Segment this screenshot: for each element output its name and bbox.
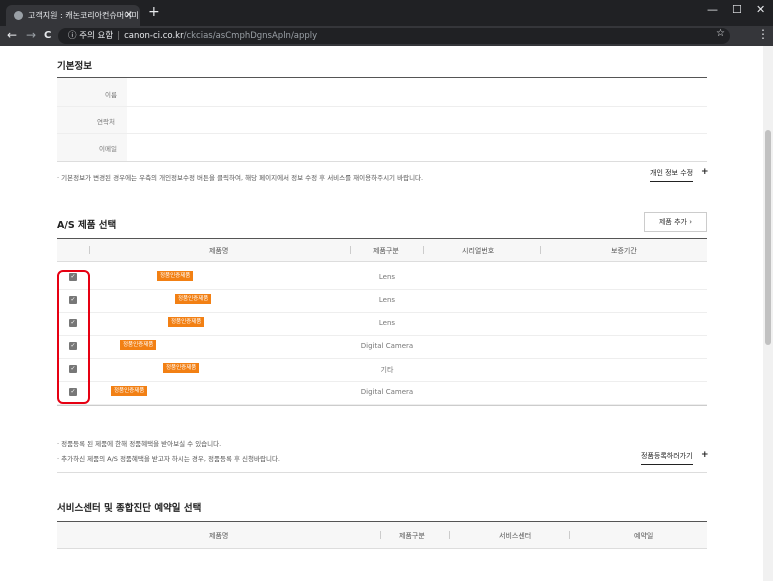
column-header: 서비스센터 bbox=[499, 532, 532, 540]
column-separator bbox=[380, 531, 381, 539]
forward-button[interactable]: → bbox=[26, 28, 36, 42]
url-path: /ckcias/asCmphDgnsApln/apply bbox=[183, 31, 318, 41]
product-type: Lens bbox=[378, 296, 396, 304]
column-header: 예약일 bbox=[634, 532, 654, 540]
product-type: Digital Camera bbox=[360, 388, 414, 396]
column-header: 보증기간 bbox=[611, 247, 637, 255]
column-header: 제품명 bbox=[209, 532, 229, 540]
close-window-button[interactable]: ✕ bbox=[756, 3, 765, 16]
table-row[interactable]: ✓ 정품인증제품 기타 bbox=[57, 358, 707, 382]
maximize-button[interactable]: ☐ bbox=[732, 3, 742, 16]
genuine-badge: 정품인증제품 bbox=[168, 317, 205, 327]
basic-info-notice: · 기본정보가 변경된 경우에는 우측의 개인정보수정 버튼을 클릭하여, 해당… bbox=[57, 174, 424, 182]
column-separator bbox=[449, 531, 450, 539]
column-separator bbox=[569, 531, 570, 539]
browser-tab[interactable]: 고객지원 : 캐논코리아컨슈머이미 ✕ bbox=[6, 5, 140, 26]
column-separator bbox=[540, 246, 541, 254]
bookmark-star-icon[interactable]: ☆ bbox=[716, 28, 725, 39]
column-header: 제품명 bbox=[209, 247, 229, 255]
column-separator bbox=[350, 246, 351, 254]
checkbox-highlight bbox=[57, 270, 90, 404]
minimize-button[interactable]: — bbox=[707, 3, 718, 16]
column-header: 제품구분 bbox=[399, 532, 425, 540]
security-label: 주의 요함 bbox=[79, 31, 114, 41]
column-separator bbox=[89, 246, 90, 254]
as-notice: · 추가하신 제품의 A/S 정품혜택을 받고자 하시는 경우, 정품등록 후 … bbox=[57, 455, 281, 463]
reload-button[interactable]: C bbox=[44, 30, 51, 41]
divider bbox=[57, 133, 707, 134]
product-type: Digital Camera bbox=[360, 342, 414, 350]
tab-close-icon[interactable]: ✕ bbox=[125, 5, 133, 26]
field-label-email: 이메일 bbox=[99, 145, 117, 153]
tab-title: 고객지원 : 캐논코리아컨슈머이미 bbox=[28, 11, 139, 20]
register-product-link[interactable]: 정품등록하러가기 bbox=[641, 451, 693, 465]
table-row[interactable]: ✓ 정품인증제품 Lens bbox=[57, 266, 707, 290]
product-type: Lens bbox=[378, 273, 396, 281]
divider bbox=[57, 77, 707, 78]
url-input[interactable]: ⓘ 주의 요함 | canon-ci.co.kr/ckcias/asCmphDgns… bbox=[58, 28, 730, 44]
divider bbox=[57, 161, 707, 162]
address-bar-row: ← → C ⓘ 주의 요함 | canon-ci.co.kr/ckcias/asCm… bbox=[0, 26, 773, 46]
genuine-badge: 정품인증제품 bbox=[175, 294, 212, 304]
divider bbox=[57, 472, 707, 473]
add-product-button[interactable]: 제품 추가 › bbox=[644, 212, 707, 232]
column-separator bbox=[423, 246, 424, 254]
plus-icon[interactable]: + bbox=[701, 167, 709, 177]
security-info-icon[interactable]: ⓘ bbox=[68, 31, 77, 41]
divider bbox=[57, 405, 707, 406]
new-tab-button[interactable]: + bbox=[148, 4, 160, 20]
divider bbox=[57, 106, 707, 107]
edit-personal-info-link[interactable]: 개인 정보 수정 bbox=[650, 168, 694, 182]
genuine-badge: 정품인증제품 bbox=[157, 271, 194, 281]
back-button[interactable]: ← bbox=[7, 28, 17, 42]
as-products-title: A/S 제품 선택 bbox=[57, 220, 117, 231]
table-row[interactable]: ✓ 정품인증제품 Lens bbox=[57, 289, 707, 313]
product-type: Lens bbox=[378, 319, 396, 327]
plus-icon[interactable]: + bbox=[701, 450, 709, 460]
table-row[interactable]: ✓ 정품인증제품 Lens bbox=[57, 312, 707, 336]
genuine-badge: 정품인증제품 bbox=[163, 363, 200, 373]
as-notice: · 정품등록 된 제품에 한해 정품혜택을 받아보실 수 있습니다. bbox=[57, 440, 222, 448]
field-label-phone: 연락처 bbox=[97, 118, 115, 126]
menu-icon[interactable]: ⋮ bbox=[757, 27, 769, 41]
reservation-title: 서비스센터 및 종합진단 예약일 선택 bbox=[57, 503, 202, 514]
product-type: 기타 bbox=[380, 366, 394, 374]
table-row[interactable]: ✓ 정품인증제품 Digital Camera bbox=[57, 381, 707, 405]
column-header: 시리얼번호 bbox=[462, 247, 495, 255]
genuine-badge: 정품인증제품 bbox=[111, 386, 148, 396]
reservation-table-header: 제품명 제품구분 서비스센터 예약일 bbox=[57, 521, 707, 549]
basic-info-title: 기본정보 bbox=[57, 61, 92, 72]
genuine-badge: 정품인증제품 bbox=[120, 340, 157, 350]
field-label-name: 이름 bbox=[105, 91, 117, 99]
url-domain: canon-ci.co.kr bbox=[124, 31, 184, 41]
scrollbar-thumb[interactable] bbox=[765, 130, 771, 345]
browser-tab-strip: 고객지원 : 캐논코리아컨슈머이미 ✕ + — ☐ ✕ bbox=[0, 0, 773, 26]
as-table-header: 제품명 제품구분 시리얼번호 보증기간 bbox=[57, 238, 707, 262]
favicon-icon bbox=[14, 11, 23, 20]
column-header: 제품구분 bbox=[373, 247, 399, 255]
table-row[interactable]: ✓ 정품인증제품 Digital Camera bbox=[57, 335, 707, 359]
